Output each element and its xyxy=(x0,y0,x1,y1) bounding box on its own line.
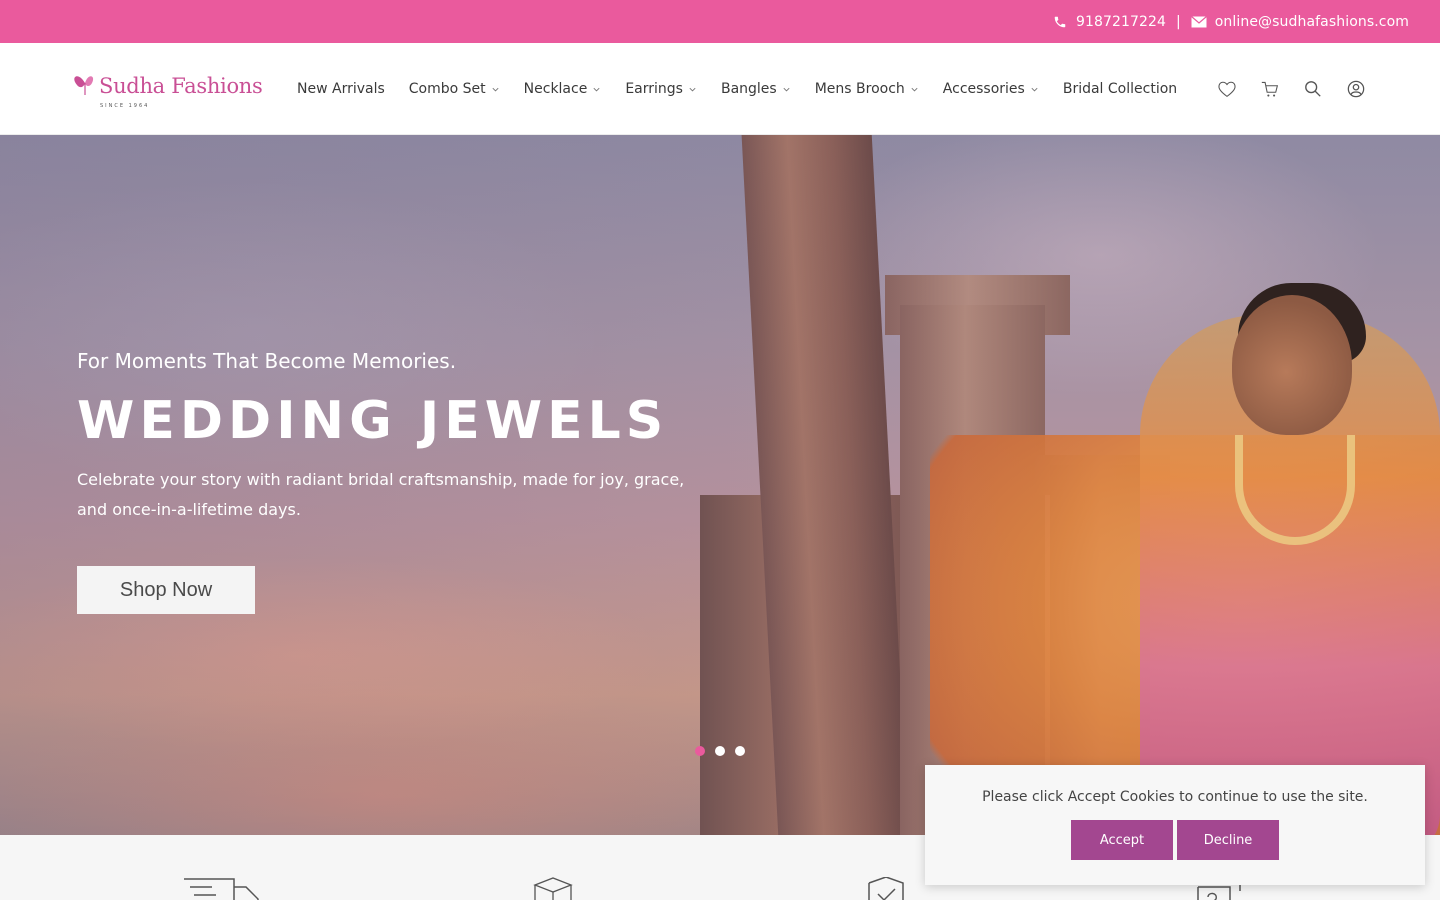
nav-accessories[interactable]: Accessories xyxy=(943,81,1039,97)
shield-check-icon xyxy=(868,877,904,900)
shop-now-button[interactable]: Shop Now xyxy=(77,566,255,614)
nav-mens-brooch[interactable]: Mens Brooch xyxy=(815,81,919,97)
chevron-down-icon xyxy=(1031,87,1038,91)
cookie-consent-banner: Please click Accept Cookies to continue … xyxy=(925,765,1425,885)
slider-pagination xyxy=(695,746,745,756)
search-icon[interactable] xyxy=(1303,79,1323,99)
chevron-down-icon xyxy=(689,87,696,91)
heart-icon[interactable] xyxy=(1217,79,1237,99)
nav-label: New Arrivals xyxy=(297,81,385,97)
nav-earrings[interactable]: Earrings xyxy=(625,81,697,97)
brand-since: SINCE 1964 xyxy=(100,103,150,109)
nav-label: Combo Set xyxy=(408,81,486,97)
nav-label: Bridal Collection xyxy=(1062,81,1178,97)
nav-bangles[interactable]: Bangles xyxy=(721,81,791,97)
chevron-down-icon xyxy=(593,87,600,91)
nav-new-arrivals[interactable]: New Arrivals xyxy=(297,81,385,97)
email-address[interactable]: online@sudhafashions.com xyxy=(1215,14,1409,30)
nav-label: Mens Brooch xyxy=(814,81,905,97)
header-actions xyxy=(1217,43,1366,135)
cookie-message: Please click Accept Cookies to continue … xyxy=(982,789,1368,805)
nav-label: Accessories xyxy=(942,81,1025,97)
user-icon[interactable] xyxy=(1346,79,1366,99)
slider-dot-3[interactable] xyxy=(735,746,745,756)
hero-title: WEDDING JEWELS xyxy=(77,391,669,451)
cookie-actions: Accept Decline xyxy=(1071,820,1279,860)
phone-icon xyxy=(1052,14,1068,30)
butterfly-logo-icon xyxy=(74,76,94,95)
top-contact-bar: 9187217224 | online@sudhafashions.com xyxy=(0,0,1440,43)
brand-logo[interactable]: Sudha Fashions SINCE 1964 xyxy=(72,69,263,113)
phone-number[interactable]: 9187217224 xyxy=(1076,14,1166,30)
nav-bridal-collection[interactable]: Bridal Collection xyxy=(1063,81,1177,97)
hero-subtitle: For Moments That Become Memories. xyxy=(77,349,457,373)
accept-cookies-button[interactable]: Accept xyxy=(1071,820,1173,860)
hero-banner: For Moments That Become Memories. WEDDIN… xyxy=(0,135,1440,835)
site-header: Sudha Fashions SINCE 1964 New Arrivals C… xyxy=(0,43,1440,135)
slider-dot-2[interactable] xyxy=(715,746,725,756)
chevron-down-icon xyxy=(911,87,918,91)
truck-icon xyxy=(184,878,259,900)
slider-dot-1[interactable] xyxy=(695,746,705,756)
mail-icon xyxy=(1190,14,1207,30)
contact-info: 9187217224 | online@sudhafashions.com xyxy=(1052,0,1409,43)
chevron-down-icon xyxy=(492,87,499,91)
decline-cookies-button[interactable]: Decline xyxy=(1177,820,1279,860)
chevron-down-icon xyxy=(783,87,790,91)
box-icon xyxy=(533,877,573,900)
nav-label: Necklace xyxy=(523,81,588,97)
brand-name: Sudha Fashions xyxy=(99,74,263,98)
cart-icon[interactable] xyxy=(1260,79,1280,99)
hero-description: Celebrate your story with radiant bridal… xyxy=(77,470,685,519)
nav-label: Earrings xyxy=(625,81,683,97)
nav-label: Bangles xyxy=(720,81,777,97)
contact-separator: | xyxy=(1176,13,1181,30)
main-navigation: New Arrivals Combo Set Necklace Earrings… xyxy=(297,43,1201,135)
nav-combo-set[interactable]: Combo Set xyxy=(409,81,500,97)
nav-necklace[interactable]: Necklace xyxy=(524,81,602,97)
